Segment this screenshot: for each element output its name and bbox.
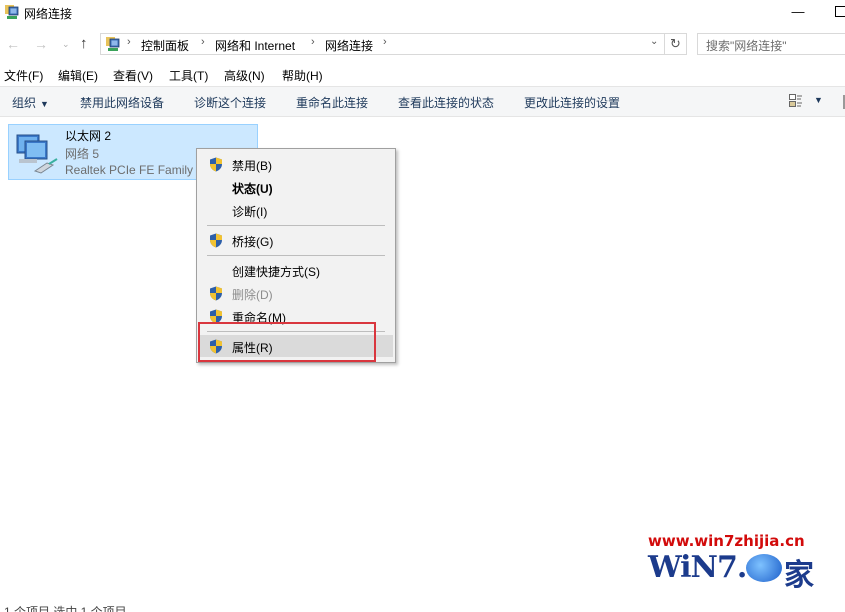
disable-device-button[interactable]: 禁用此网络设备 — [80, 94, 164, 111]
organize-button[interactable]: 组织 ▼ — [12, 94, 49, 111]
context-item-label: 诊断(I) — [232, 205, 268, 219]
menu-advanced[interactable]: 高级(N) — [224, 67, 265, 84]
refresh-button[interactable]: ↻ — [665, 33, 687, 55]
windows-orb-icon — [746, 554, 782, 582]
rename-connection-button[interactable]: 重命名此连接 — [296, 94, 368, 111]
chevron-down-icon: ▼ — [40, 99, 49, 109]
back-button[interactable]: ← — [6, 34, 20, 54]
menu-view[interactable]: 查看(V) — [113, 67, 153, 84]
breadcrumb-separator[interactable]: › — [311, 36, 315, 48]
context-item-label: 禁用(B) — [232, 159, 272, 173]
adapter-name: 以太网 2 — [65, 129, 112, 143]
up-button[interactable]: ↑ — [80, 34, 88, 54]
context-item-delete[interactable]: 删除(D) — [199, 282, 393, 304]
breadcrumb-separator[interactable]: › — [383, 36, 387, 48]
highlight-annotation-box — [198, 322, 376, 362]
change-view-icon[interactable] — [789, 94, 803, 108]
watermark-suffix: 家 — [784, 558, 814, 593]
forward-button[interactable]: → — [34, 34, 48, 54]
change-settings-button[interactable]: 更改此连接的设置 — [524, 94, 620, 111]
menu-file[interactable]: 文件(F) — [4, 67, 43, 84]
menu-separator — [207, 255, 385, 256]
breadcrumb-control-panel[interactable]: 控制面板 — [141, 37, 189, 54]
address-bar[interactable]: › 控制面板 › 网络和 Internet › 网络连接 › ⌄ — [100, 33, 665, 55]
window-title: 网络连接 — [24, 7, 73, 21]
adapter-device: Realtek PCIe FE Family — [65, 163, 194, 177]
watermark-url: www.win7zhijia.cn — [648, 532, 805, 550]
menu-separator — [207, 225, 385, 226]
title-bar: 网络连接 — — [0, 0, 845, 28]
uac-shield-icon — [210, 286, 222, 301]
breadcrumb-separator[interactable]: › — [127, 36, 131, 48]
context-item-label: 桥接(G) — [232, 235, 274, 249]
ethernet-adapter-icon — [16, 134, 58, 174]
context-item-disable[interactable]: 禁用(B) — [199, 153, 393, 175]
watermark-logo: www.win7zhijia.cn WiN7. 家 — [646, 532, 836, 596]
command-bar: 组织 ▼ 禁用此网络设备 诊断这个连接 重命名此连接 查看此连接的状态 更改此连接… — [0, 86, 845, 117]
breadcrumb-network-internet[interactable]: 网络和 Internet — [215, 37, 295, 54]
uac-shield-icon — [210, 233, 222, 248]
menu-help[interactable]: 帮助(H) — [282, 67, 323, 84]
context-item-diagnose[interactable]: 诊断(I) — [199, 199, 393, 221]
adapter-network: 网络 5 — [65, 147, 100, 161]
context-item-create-shortcut[interactable]: 创建快捷方式(S) — [199, 259, 393, 281]
menu-edit[interactable]: 编辑(E) — [58, 67, 98, 84]
control-panel-icon — [106, 37, 120, 51]
context-item-label: 创建快捷方式(S) — [232, 265, 320, 279]
context-item-bridge[interactable]: 桥接(G) — [199, 229, 393, 251]
breadcrumb-network-connections[interactable]: 网络连接 — [325, 37, 373, 54]
uac-shield-icon — [210, 157, 222, 172]
view-options-dropdown[interactable]: ▼ — [814, 95, 823, 105]
organize-label: 组织 — [12, 96, 37, 110]
context-item-status[interactable]: 状态(U) — [199, 176, 393, 198]
search-placeholder: 搜索"网络连接" — [706, 39, 787, 53]
breadcrumb-separator[interactable]: › — [201, 36, 205, 48]
context-item-label: 删除(D) — [232, 288, 273, 302]
network-connections-icon — [5, 5, 19, 19]
search-input[interactable]: 搜索"网络连接" — [697, 33, 845, 55]
diagnose-connection-button[interactable]: 诊断这个连接 — [194, 94, 266, 111]
minimize-button[interactable]: — — [790, 2, 806, 22]
menu-tools[interactable]: 工具(T) — [169, 67, 208, 84]
watermark-logo-text: WiN7. — [648, 550, 747, 585]
content-pane: 以太网 2 网络 5 Realtek PCIe FE Family — [0, 118, 845, 588]
recent-locations-button[interactable]: ⌄ — [62, 34, 70, 54]
view-status-button[interactable]: 查看此连接的状态 — [398, 94, 494, 111]
menu-bar: 文件(F) 编辑(E) 查看(V) 工具(T) 高级(N) 帮助(H) — [0, 64, 845, 84]
status-bar: 1 个项目 选中 1 个项目 — [0, 600, 845, 612]
address-dropdown-button[interactable]: ⌄ — [650, 36, 658, 47]
maximize-button[interactable] — [835, 6, 845, 17]
context-item-label: 状态(U) — [232, 182, 273, 196]
status-text: 1 个项目 选中 1 个项目 — [4, 605, 127, 612]
